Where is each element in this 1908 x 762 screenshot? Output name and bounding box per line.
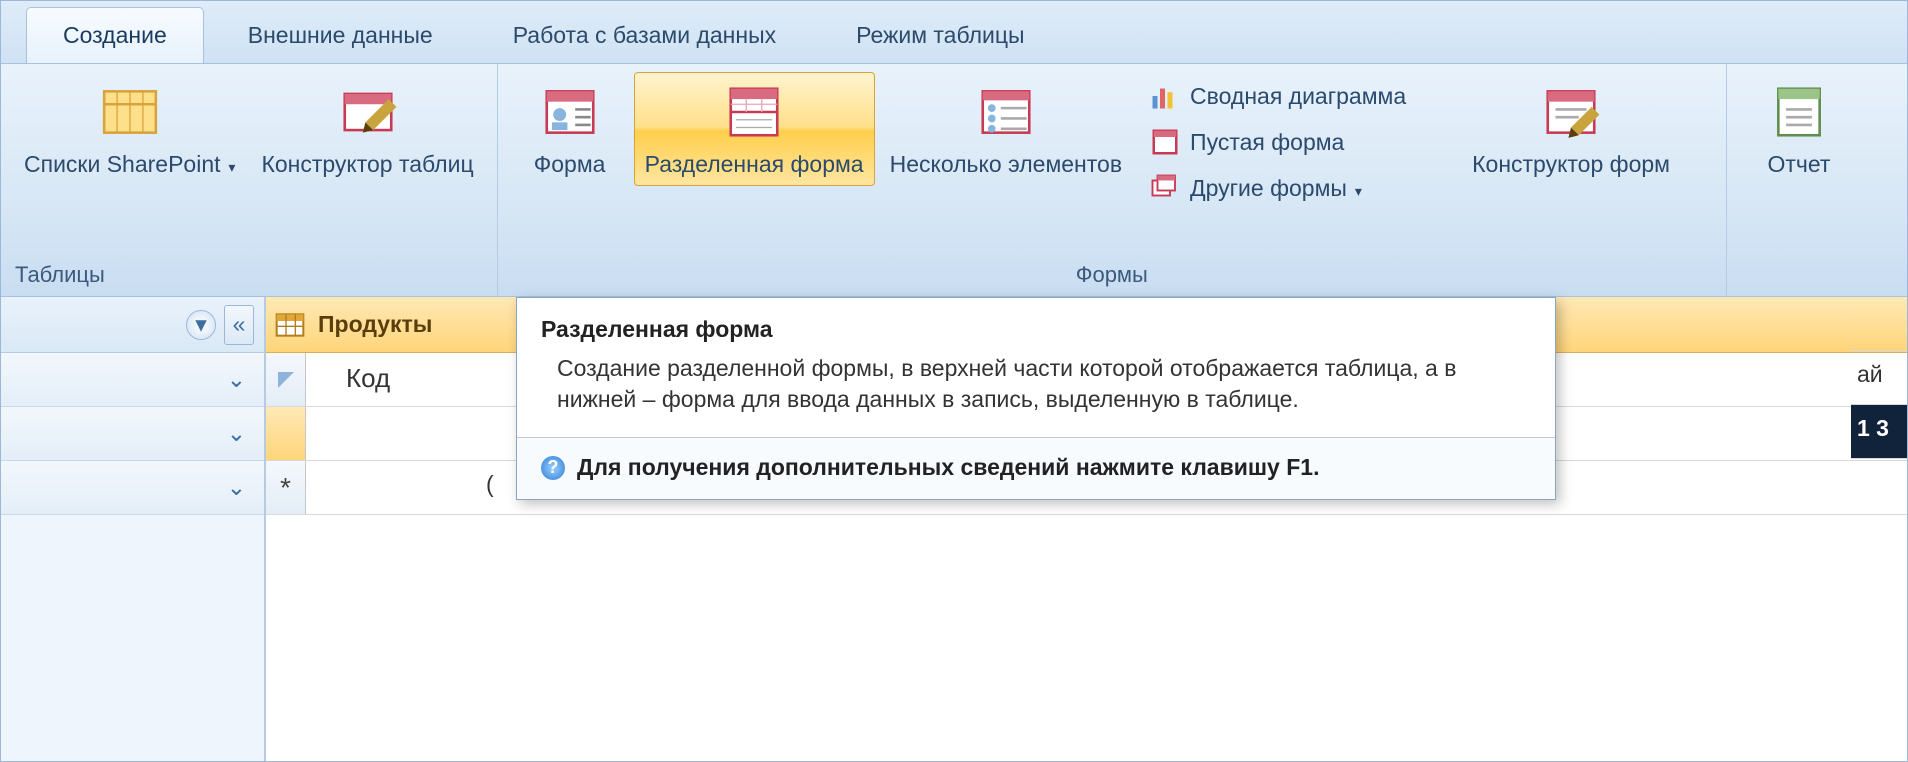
tooltip-footer-text: Для получения дополнительных сведений на…: [577, 454, 1319, 481]
form-designer-button[interactable]: Конструктор форм: [1461, 72, 1681, 186]
navpane-group-1[interactable]: ⌄: [1, 353, 264, 407]
navpane-group-2[interactable]: ⌄: [1, 407, 264, 461]
dropdown-arrow-icon: ▾: [1351, 183, 1362, 199]
pivot-chart-button[interactable]: Сводная диаграмма: [1141, 76, 1415, 116]
report-icon: [1768, 81, 1830, 143]
tooltip-split-form: Разделенная форма Создание разделенной ф…: [516, 297, 1556, 500]
blank-form-button[interactable]: Пустая форма: [1141, 122, 1415, 162]
obscured-cell-2: 1 3: [1851, 405, 1907, 459]
chevron-down-icon: ▾: [195, 311, 207, 338]
sharepoint-lists-button[interactable]: Списки SharePoint ▾: [13, 72, 246, 186]
navpane-collapse-button[interactable]: «: [224, 305, 254, 345]
ribbon-group-reports: Отчет: [1727, 64, 1907, 296]
split-form-label: Разделенная форма: [645, 151, 864, 177]
select-all-icon: [276, 370, 296, 390]
form-designer-label: Конструктор форм: [1472, 151, 1670, 177]
obscured-right-edge: ай 1 3: [1851, 297, 1907, 459]
ribbon-group-tables: Списки SharePoint ▾ Конструктор таблиц Т…: [1, 64, 498, 296]
help-icon: ?: [541, 456, 565, 480]
ribbon-group-tables-label: Таблицы: [11, 258, 487, 294]
tab-create[interactable]: Создание: [26, 7, 204, 63]
sharepoint-table-icon: [99, 81, 161, 143]
tab-external-data[interactable]: Внешние данные: [212, 8, 469, 63]
ribbon-tabstrip: Создание Внешние данные Работа с базами …: [1, 1, 1907, 64]
ribbon-group-forms: Форма Разделенная форма: [498, 64, 1727, 296]
more-forms-button[interactable]: Другие формы ▾: [1141, 168, 1415, 208]
chevron-expand-icon: ⌄: [227, 474, 246, 501]
table-designer-button[interactable]: Конструктор таблиц: [250, 72, 484, 186]
tooltip-body: Создание разделенной формы, в верхней ча…: [517, 353, 1555, 438]
row-selector-new[interactable]: *: [266, 461, 306, 514]
select-all-cell[interactable]: [266, 353, 306, 406]
cell[interactable]: [306, 407, 342, 460]
form-button[interactable]: Форма: [510, 72, 630, 186]
navpane-group-3[interactable]: ⌄: [1, 461, 264, 515]
multiple-items-button[interactable]: Несколько элементов: [879, 72, 1133, 186]
tooltip-title: Разделенная форма: [517, 298, 1555, 353]
more-forms-icon: [1150, 173, 1180, 203]
datasheet-icon: [274, 309, 306, 341]
navigation-pane: ▾ « ⌄ ⌄ ⌄: [1, 297, 266, 761]
tab-datasheet-label: Режим таблицы: [856, 22, 1024, 48]
new-row-star-icon: *: [280, 472, 291, 504]
column-header-code[interactable]: Код: [306, 353, 408, 406]
obscured-header: [1851, 297, 1907, 351]
tab-datasheet-mode[interactable]: Режим таблицы: [820, 8, 1060, 63]
multiple-items-label: Несколько элементов: [890, 151, 1122, 177]
forms-quick-list: Сводная диаграмма Пустая форма: [1135, 70, 1421, 214]
pivot-chart-label: Сводная диаграмма: [1190, 83, 1406, 110]
more-forms-label: Другие формы ▾: [1190, 175, 1362, 202]
form-label: Форма: [534, 151, 606, 177]
obscured-cell-1: ай: [1851, 351, 1907, 405]
form-icon: [539, 81, 601, 143]
blank-form-label: Пустая форма: [1190, 129, 1344, 156]
navpane-menu-button[interactable]: ▾: [186, 310, 216, 340]
ribbon-group-forms-label: Формы: [508, 258, 1716, 294]
chevron-expand-icon: ⌄: [227, 420, 246, 447]
sharepoint-lists-label: Списки SharePoint ▾: [24, 151, 235, 177]
chevron-left-icon: «: [233, 311, 246, 338]
app-window: Создание Внешние данные Работа с базами …: [0, 0, 1908, 762]
dropdown-arrow-icon: ▾: [225, 159, 236, 175]
cell-new[interactable]: (: [306, 461, 512, 514]
ribbon-group-reports-label: [1737, 284, 1897, 294]
report-button[interactable]: Отчет: [1739, 72, 1859, 186]
table-designer-icon: [337, 81, 399, 143]
ribbon: Списки SharePoint ▾ Конструктор таблиц Т…: [1, 64, 1907, 297]
table-designer-label: Конструктор таблиц: [261, 151, 473, 177]
split-form-icon: [723, 81, 785, 143]
blank-form-icon: [1150, 127, 1180, 157]
tab-database-label: Работа с базами данных: [513, 22, 776, 48]
report-label: Отчет: [1768, 151, 1831, 177]
chevron-expand-icon: ⌄: [227, 366, 246, 393]
multiple-items-icon: [975, 81, 1037, 143]
tab-database-tools[interactable]: Работа с базами данных: [477, 8, 812, 63]
document-area: ▾ « ⌄ ⌄ ⌄ Продукты: [1, 297, 1907, 761]
main-content: Продукты Код * (: [266, 297, 1907, 761]
form-designer-icon: [1540, 81, 1602, 143]
split-form-button[interactable]: Разделенная форма: [634, 72, 875, 186]
tab-create-label: Создание: [63, 22, 167, 48]
row-selector-current[interactable]: [266, 407, 306, 460]
tooltip-footer: ? Для получения дополнительных сведений …: [517, 438, 1555, 499]
tab-external-label: Внешние данные: [248, 22, 433, 48]
navpane-header: ▾ «: [1, 297, 264, 353]
pivot-chart-icon: [1150, 81, 1180, 111]
datasheet-tab-title: Продукты: [318, 311, 432, 338]
